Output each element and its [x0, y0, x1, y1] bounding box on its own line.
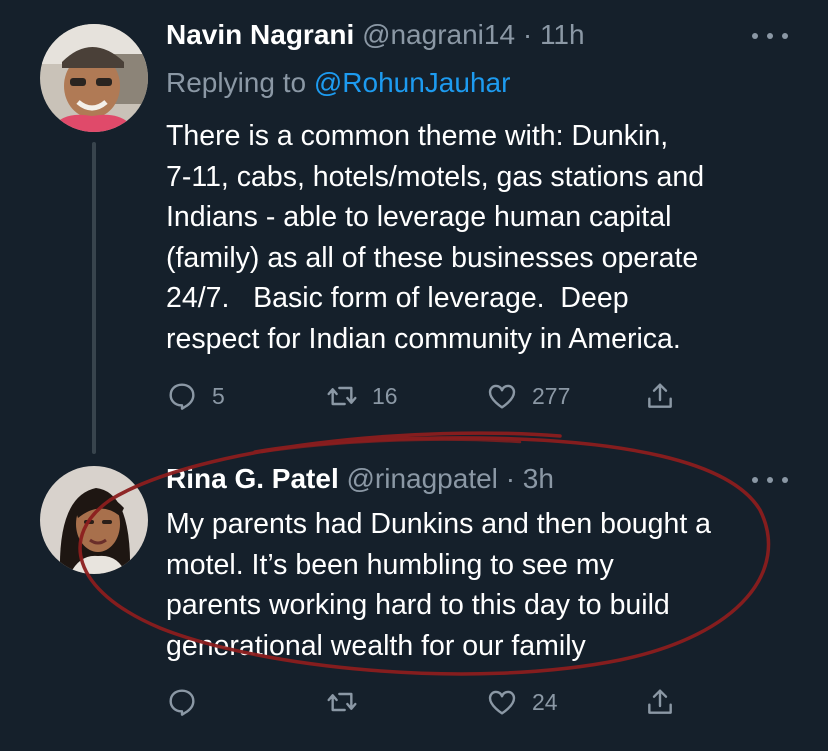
tweet-text-line: My parents had Dunkins and then bought a	[166, 508, 712, 540]
share-icon	[648, 383, 672, 408]
replying-to: Replying to @RohunJauhar	[166, 66, 510, 100]
tweet-actions: 24	[166, 682, 686, 722]
reply-icon	[169, 689, 195, 716]
avatar-photo	[40, 466, 148, 574]
retweet-count: 16	[372, 382, 398, 409]
tweet-text-line: Indians - able to leverage human capital	[166, 201, 672, 233]
timestamp[interactable]: 11h	[540, 19, 585, 50]
tweet-text-line: 7-11, cabs, hotels/motels, gas stations …	[166, 160, 705, 193]
like-count: 277	[532, 382, 571, 409]
tweet-text-line: parents working hard to this day to buil…	[166, 589, 670, 621]
tweet-text-line: 24/7. Basic form of leverage. Deep	[166, 282, 629, 314]
tweet-text-line: motel. It’s been humbling to see my	[166, 548, 614, 581]
like-icon	[488, 384, 516, 409]
more-icon[interactable]	[752, 26, 788, 46]
author-name[interactable]: Navin Nagrani	[166, 19, 354, 50]
tweet-text-line: (family) as all of these businesses oper…	[166, 241, 699, 274]
share-icon	[648, 689, 672, 714]
reply-button[interactable]: 5	[166, 376, 225, 416]
tweet-text-line: generational wealth for our family	[166, 629, 586, 662]
more-icon[interactable]	[752, 470, 788, 490]
share-button[interactable]	[644, 682, 676, 722]
reply-button[interactable]	[166, 682, 212, 722]
like-button[interactable]: 277	[486, 376, 570, 416]
tweet-header: Rina G. Patel @rinagpatel · 3h	[166, 462, 554, 496]
author-name[interactable]: Rina G. Patel	[166, 463, 339, 494]
tweet-navin[interactable]: Navin Nagrani @nagrani14 · 11h Replying …	[0, 0, 828, 454]
thread-connector	[92, 142, 96, 454]
tweet-text-line: respect for Indian community in America.	[166, 322, 681, 355]
like-count: 24	[532, 688, 558, 715]
separator: ·	[505, 463, 516, 494]
tweet-actions: 5 16 277	[166, 376, 686, 416]
avatar[interactable]	[40, 466, 148, 574]
author-handle[interactable]: @nagrani14	[362, 19, 515, 50]
tweet-header: Navin Nagrani @nagrani14 · 11h	[166, 18, 585, 52]
separator: ·	[522, 19, 533, 50]
reply-icon	[169, 383, 195, 410]
replying-to-label: Replying to	[166, 67, 314, 98]
tweet-text: There is a common theme with: Dunkin, 7-…	[166, 116, 796, 359]
timestamp[interactable]: 3h	[523, 463, 554, 494]
share-button[interactable]	[644, 376, 676, 416]
avatar[interactable]	[40, 24, 148, 132]
tweet-rina[interactable]: Rina G. Patel @rinagpatel · 3h My parent…	[0, 440, 828, 751]
author-handle[interactable]: @rinagpatel	[347, 463, 498, 494]
replying-to-mention[interactable]: @RohunJauhar	[314, 67, 511, 98]
retweet-icon	[327, 386, 357, 406]
tweet-text: My parents had Dunkins and then bought a…	[166, 504, 796, 666]
tweet-text-line: There is a common theme with: Dunkin,	[166, 120, 669, 152]
like-icon	[488, 690, 516, 715]
retweet-button[interactable]: 16	[326, 376, 398, 416]
retweet-button[interactable]	[326, 682, 372, 722]
avatar-photo	[40, 24, 148, 132]
retweet-icon	[327, 692, 357, 712]
reply-count: 5	[212, 382, 225, 409]
like-button[interactable]: 24	[486, 682, 558, 722]
